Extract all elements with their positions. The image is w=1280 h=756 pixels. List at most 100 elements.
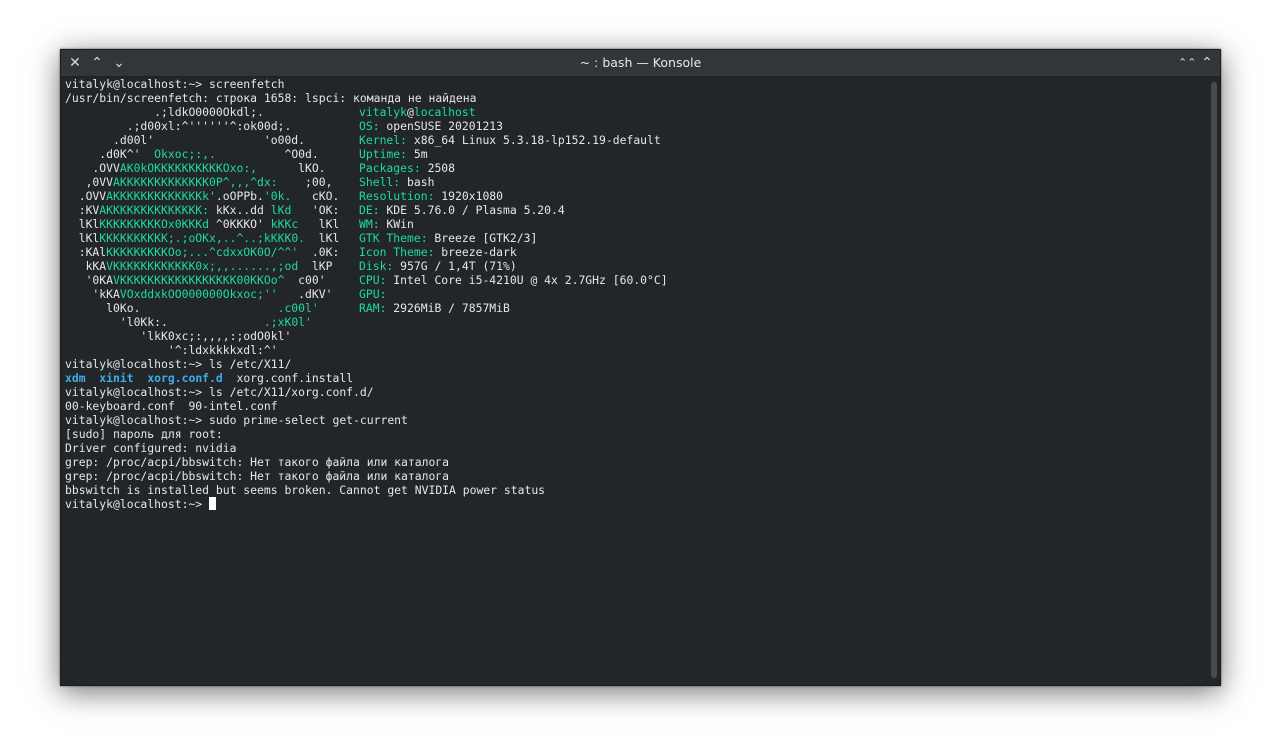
output-line: grep: /proc/acpi/bbswitch: Нет такого фа… [65,455,450,469]
sysinfo-value: x86_64 Linux 5.3.18-lp152.19-default [407,133,661,147]
screenfetch-row: lKlKKKKKKKKKK;.;oOKx,..^..;kKKK0. lKl GTK… [65,231,1206,245]
logo-segment: VKKKKKKKKKKKK0x;,,......,;od [106,259,299,273]
logo-segment: l0Ko. [65,301,141,315]
sysinfo-key: Packages: [359,161,421,175]
logo-segment: lKl [298,217,340,231]
prompt-line: vitalyk@localhost:~> screenfetch [65,77,1206,91]
logo-line: '0KAVKKKKKKKKKKKKKKKKK00KKOo^ c00' [65,273,326,287]
prompt-line: vitalyk@localhost:~> [65,497,1206,511]
logo-segment: c00' [284,273,326,287]
logo-segment: .dKV' [277,287,333,301]
sysinfo-line: OS: openSUSE 20201213 [359,119,503,133]
logo-segment: KKKKKKKKKK;.;oOKx,..^..;kKKK0. [99,231,306,245]
logo-segment: cKO. [291,189,340,203]
prompt: vitalyk@localhost:~> [65,385,210,399]
prompt: vitalyk@localhost:~> [65,413,210,427]
logo-line: .OVVAK0kOKKKKKKKKKKOxo:, lKO. [65,161,325,175]
screenfetch-row: '0KAVKKKKKKKKKKKKKKKKK00KKOo^ c00' CPU: I… [65,273,1206,287]
title-bar[interactable]: ✕ ⌃ ⌄ ~ : bash — Konsole ⌃⌃ ⌃ [61,50,1220,77]
sysinfo-host: localhost [413,105,476,119]
dir-entry: xinit [99,371,134,385]
logo-segment: 'OK: [291,203,340,217]
sysinfo-line: Icon Theme: breeze-dark [359,245,517,259]
logo-segment: AKKKKKKKKKKKKKk' [106,189,216,203]
logo-segment: .oOPPb. [215,189,264,203]
logo-line: :KAlKKKKKKKKKOo;...^cdxxOK0O/^^' .0K: [65,245,340,259]
konsole-window: ✕ ⌃ ⌄ ~ : bash — Konsole ⌃⌃ ⌃ vitalyk@lo… [60,49,1221,686]
logo-segment: lKl [65,231,100,245]
sysinfo-value: 2926MiB / 7857MiB [386,301,510,315]
error-line: /usr/bin/screenfetch: строка 1658: lspci… [65,91,477,105]
sysinfo-line: vitalyk@localhost [359,105,476,119]
logo-line: .;ldkO0000Okdl;. [65,105,264,119]
screenfetch-row: kKAVKKKKKKKKKKKK0x;,,......,;od lKP Disk:… [65,259,1206,273]
output-line: grep: /proc/acpi/bbswitch: Нет такого фа… [65,469,450,483]
logo-line: lKlKKKKKKKKKOx0KKKd ^0KKKO' kKKc lKl [65,217,340,231]
screenfetch-row: 'kKAVOxddxkOO000000Okxoc;'' .dKV' GPU: [65,287,1206,301]
sysinfo-value: breeze-dark [434,245,517,259]
sysinfo-value: 5m [407,147,428,161]
sysinfo-value: 2508 [420,161,456,175]
logo-line: 'l0Kk:. .;xK0l' [65,315,312,329]
sysinfo-value: openSUSE 20201213 [379,119,504,133]
logo-line: 'lkK0xc;:,,,,:;odO0kl' [65,329,291,343]
screenfetch-row: :KVAKKKKKKKKKKKKKK: kKx..dd lKd 'OK: DE: … [65,203,1206,217]
keep-above-icon[interactable]: ⌃⌃ [1178,57,1196,76]
logo-segment: lKl [65,217,100,231]
sysinfo-line: WM: KWin [359,217,414,231]
scrollbar[interactable] [1211,82,1217,678]
sysinfo-key: Disk: [359,259,394,273]
sysinfo-value: Intel Core i5-4210U @ 4x 2.7GHz [60.0°C] [386,273,668,287]
logo-segment: VKKKKKKKKKKKKKKKKK00KKOo^ [113,273,285,287]
logo-line: .d0K^' Okxoc;:,. ^O0d. [65,147,319,161]
logo-line: .OVVAKKKKKKKKKKKKKk'.oOPPb.'0k. cKO. [65,189,340,203]
sysinfo-line: Shell: bash [359,175,434,189]
screenfetch-row: l0Ko. .c00l' RAM: 2926MiB / 7857MiB [65,301,1206,315]
logo-segment: 'kKA [65,287,120,301]
logo-segment: lKP [298,259,333,273]
logo-segment: '^:ldxkkkkxdl:^' [65,343,278,357]
dir-entry: xorg.conf.d [147,371,223,385]
screenfetch-row: lKlKKKKKKKKKOx0KKKd ^0KKKO' kKKc lKl WM: … [65,217,1206,231]
terminal-output[interactable]: vitalyk@localhost:~> screenfetch /usr/bi… [65,77,1206,685]
screenfetch-row: .d00l' 'o00d. Kernel: x86_64 Linux 5.3.18… [65,133,1206,147]
logo-segment: :KV [65,203,100,217]
sysinfo-line: Packages: 2508 [359,161,455,175]
sysinfo-value: 957G / 1,4T (71%) [393,259,517,273]
logo-line: 'kKAVOxddxkOO000000Okxoc;'' .dKV' [65,287,332,301]
screenfetch-row: .;d00xl:^''''''^:ok00d;. OS: openSUSE 202… [65,119,1206,133]
logo-segment: .c00l' [140,301,319,315]
logo-line: l0Ko. .c00l' [65,301,319,315]
logo-segment: KKKKKKKKKOx0KKKd [99,217,210,231]
prompt: vitalyk@localhost:~> [65,77,210,91]
sysinfo-key: Uptime: [359,147,408,161]
window-title: ~ : bash — Konsole [579,55,702,70]
logo-segment: kKA [65,259,107,273]
sysinfo-key: Shell: [359,175,401,189]
logo-segment: ;00, [277,175,333,189]
logo-segment: ^O0d. [215,147,319,161]
logo-line: :KVAKKKKKKKKKKKKKK: kKx..dd lKd 'OK: [65,203,340,217]
logo-segment: lKl [305,231,340,245]
sysinfo-at: @ [407,105,414,119]
sysinfo-line: CPU: Intel Core i5-4210U @ 4x 2.7GHz [60… [359,273,668,287]
logo-segment: :KAl [65,245,107,259]
sysinfo-line: Uptime: 5m [359,147,428,161]
sysinfo-line: Resolution: 1920x1080 [359,189,503,203]
command: ls /etc/X11/ [209,357,292,371]
sysinfo-value: KDE 5.76.0 / Plasma 5.20.4 [379,203,565,217]
screenfetch-row: :KAlKKKKKKKKKOo;...^cdxxOK0O/^^' .0K: Ico… [65,245,1206,259]
prompt-line: vitalyk@localhost:~> sudo prime-select g… [65,413,1206,427]
screenfetch-row: 'lkK0xc;:,,,,:;odO0kl' [65,329,1206,343]
sysinfo-key: RAM: [359,301,387,315]
file-entry: xorg.conf.install [236,371,354,385]
logo-segment: .0K: [298,245,340,259]
logo-line: kKAVKKKKKKKKKKKK0x;,,......,;od lKP [65,259,333,273]
prompt-line: vitalyk@localhost:~> ls /etc/X11/ [65,357,1206,371]
sysinfo-line: Disk: 957G / 1,4T (71%) [359,259,517,273]
screenfetch-output: .;ldkO0000Okdl;. vitalyk@localhost .;d00x… [65,105,1206,357]
screenfetch-row: .OVVAKKKKKKKKKKKKKk'.oOPPb.'0k. cKO. Reso… [65,189,1206,203]
maximize-icon[interactable]: ⌃ [1198,54,1216,72]
sysinfo-value: Breeze [GTK2/3] [427,231,538,245]
command: ls /etc/X11/xorg.conf.d/ [209,385,374,399]
